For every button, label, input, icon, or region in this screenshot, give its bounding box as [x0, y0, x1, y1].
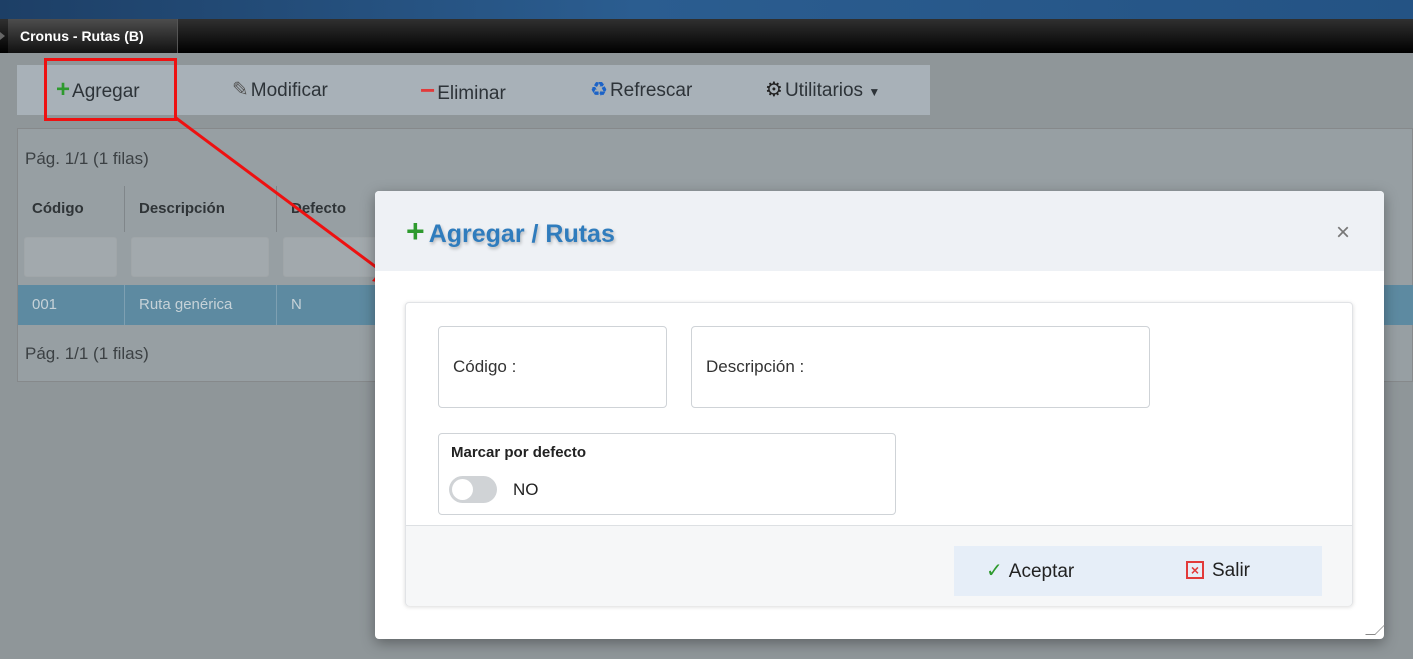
default-toggle-group: Marcar por defecto NO — [438, 433, 896, 515]
codigo-label: Código : — [453, 357, 517, 376]
dialog-title: + Agregar / Rutas — [406, 213, 615, 250]
default-toggle-label: Marcar por defecto — [451, 444, 587, 461]
accept-button-label: Aceptar — [1008, 561, 1075, 582]
codigo-field[interactable]: Código : — [438, 326, 667, 408]
toggle-knob — [452, 479, 473, 500]
default-toggle-state: NO — [513, 480, 539, 499]
check-icon: ✓ — [986, 560, 1003, 582]
descripcion-field[interactable]: Descripción : — [691, 326, 1150, 408]
default-toggle-switch[interactable] — [449, 476, 497, 503]
add-route-dialog: + Agregar / Rutas × Código : Descripción … — [375, 191, 1385, 639]
footer-button-group: ✓ Aceptar × Salir — [954, 546, 1322, 596]
dialog-footer: ✓ Aceptar × Salir — [406, 525, 1352, 606]
descripcion-label: Descripción : — [706, 357, 805, 376]
form-card: Código : Descripción : Marcar por defect… — [405, 302, 1353, 606]
plus-icon: + — [406, 213, 425, 249]
exit-button[interactable]: × Salir — [1186, 546, 1250, 596]
close-box-icon: × — [1186, 561, 1204, 579]
dialog-title-text: Agregar / Rutas — [428, 220, 615, 248]
dialog-header: + Agregar / Rutas × — [375, 191, 1384, 271]
resize-grip-icon[interactable] — [1365, 625, 1385, 635]
accept-button[interactable]: ✓ Aceptar — [986, 546, 1074, 596]
exit-button-label: Salir — [1212, 560, 1251, 581]
close-icon[interactable]: × — [1336, 219, 1350, 247]
